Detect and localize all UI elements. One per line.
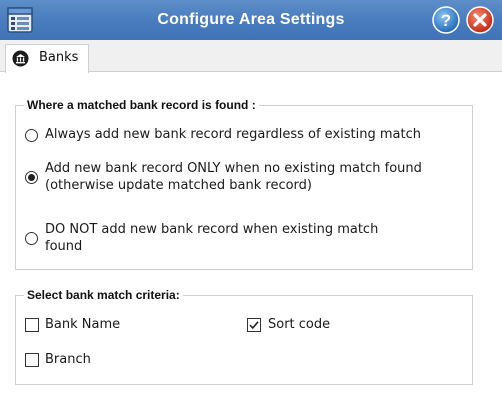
add-if-no-match-radio[interactable] xyxy=(25,171,38,184)
tab-banks-label: Banks xyxy=(39,50,79,65)
tab-banks[interactable]: Banks xyxy=(5,44,89,73)
match-handling-legend: Where a matched bank record is found : xyxy=(24,98,259,112)
always-add-radio[interactable] xyxy=(25,129,38,142)
bank-name-checkbox[interactable] xyxy=(25,318,39,332)
always-add-label[interactable]: Always add new bank record regardless of… xyxy=(45,126,421,143)
title-bar[interactable]: Configure Area Settings ? xyxy=(0,0,502,40)
branch-label[interactable]: Branch xyxy=(45,351,91,368)
close-icon[interactable] xyxy=(466,6,494,34)
match-criteria-group xyxy=(15,295,473,385)
do-not-add-label-line2[interactable]: found xyxy=(45,238,82,255)
help-icon[interactable]: ? xyxy=(432,6,460,34)
tab-strip: Banks xyxy=(0,40,502,73)
window-title: Configure Area Settings xyxy=(157,11,345,28)
branch-checkbox[interactable] xyxy=(25,353,39,367)
sort-code-checkbox[interactable] xyxy=(247,318,261,332)
bank-name-label[interactable]: Bank Name xyxy=(45,316,120,333)
sort-code-label[interactable]: Sort code xyxy=(268,316,330,333)
checkmark-icon xyxy=(249,321,259,330)
add-if-no-match-label[interactable]: Add new bank record ONLY when no existin… xyxy=(45,160,422,177)
match-criteria-legend: Select bank match criteria: xyxy=(24,288,183,302)
do-not-add-label[interactable]: DO NOT add new bank record when existing… xyxy=(45,221,378,238)
do-not-add-radio[interactable] xyxy=(25,232,38,245)
bank-icon xyxy=(12,50,29,67)
svg-text:?: ? xyxy=(441,11,451,30)
add-if-no-match-label-line2[interactable]: (otherwise update matched bank record) xyxy=(45,177,312,194)
